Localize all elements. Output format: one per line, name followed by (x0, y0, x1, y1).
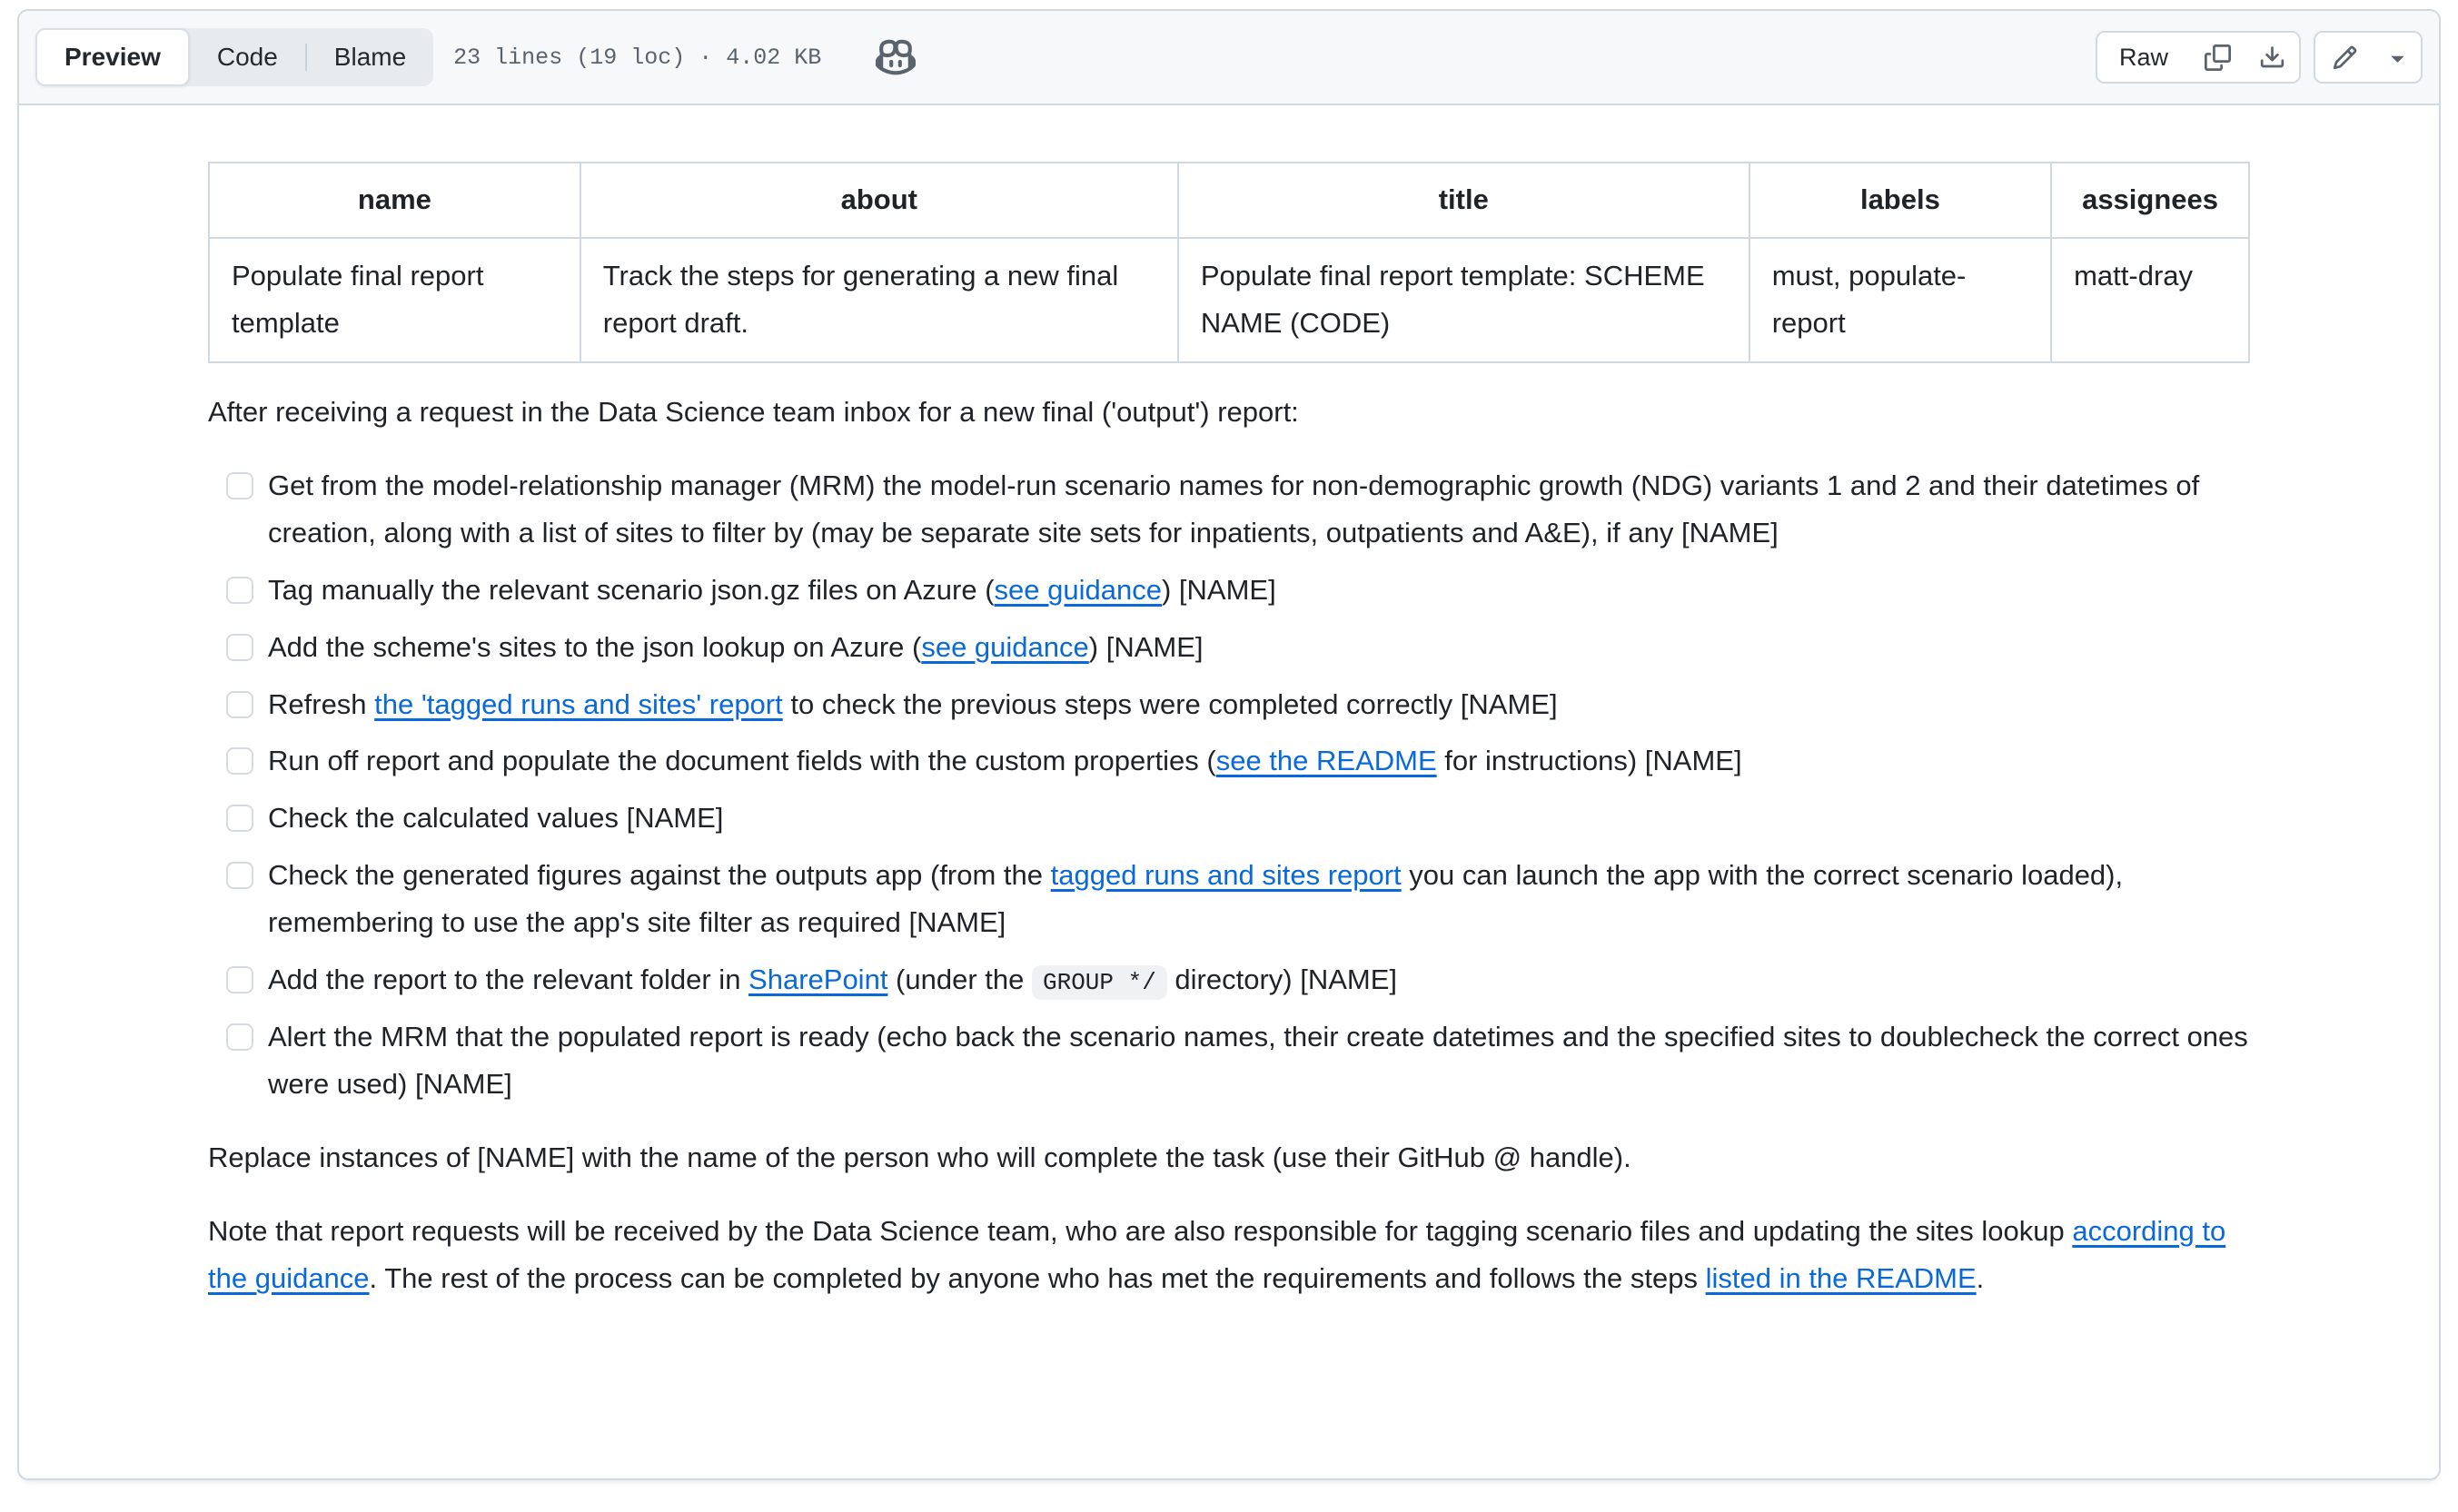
task-checkbox (226, 634, 253, 661)
edit-button-group (2314, 31, 2423, 84)
task-checkbox (226, 805, 253, 832)
inline-link[interactable]: tagged runs and sites report (1051, 859, 1402, 891)
inline-link[interactable]: see the README (1216, 745, 1437, 776)
task-item: Get from the model-relationship manager … (226, 462, 2250, 558)
table-cell: matt-dray (2051, 238, 2249, 362)
task-text: Alert the MRM that the populated report … (268, 1013, 2250, 1109)
task-text: Tag manually the relevant scenario json.… (268, 567, 2250, 615)
raw-button[interactable]: Raw (2097, 33, 2190, 82)
task-text: Check the generated figures against the … (268, 852, 2250, 947)
task-item: Check the generated figures against the … (226, 852, 2250, 947)
task-item: Tag manually the relevant scenario json.… (226, 567, 2250, 615)
task-text: Refresh the 'tagged runs and sites' repo… (268, 681, 2250, 729)
copy-raw-button[interactable] (2190, 33, 2245, 82)
tab-preview[interactable]: Preview (35, 28, 190, 86)
task-text: Add the scheme's sites to the json looku… (268, 624, 2250, 672)
task-item: Run off report and populate the document… (226, 737, 2250, 786)
task-text: Get from the model-relationship manager … (268, 462, 2250, 558)
toolbar-left: Preview Code Blame 23 lines (19 loc) · 4… (35, 28, 919, 86)
table-header-cell: title (1178, 163, 1749, 238)
triangle-down-icon (2384, 44, 2411, 71)
table-cell: Populate final report template (209, 238, 580, 362)
pencil-icon (2332, 44, 2358, 71)
copy-icon (2205, 44, 2231, 71)
copilot-icon (876, 37, 916, 77)
table-cell: must, populate-report (1749, 238, 2051, 362)
inline-link[interactable]: see guidance (921, 631, 1088, 663)
task-text: Add the report to the relevant folder in… (268, 956, 2250, 1004)
replace-note-paragraph: Replace instances of [NAME] with the nam… (208, 1134, 2250, 1182)
tab-code[interactable]: Code (190, 28, 305, 86)
markdown-preview: nameabouttitlelabelsassignees Populate f… (19, 105, 2439, 1383)
file-toolbar: Preview Code Blame 23 lines (19 loc) · 4… (19, 11, 2439, 105)
edit-button[interactable] (2315, 33, 2374, 82)
task-text: Check the calculated values [NAME] (268, 795, 2250, 843)
view-switcher: Preview Code Blame (35, 28, 433, 86)
task-text: Run off report and populate the document… (268, 737, 2250, 786)
task-list: Get from the model-relationship manager … (208, 462, 2250, 1109)
task-checkbox (226, 747, 253, 775)
file-viewer: Preview Code Blame 23 lines (19 loc) · 4… (17, 9, 2441, 1480)
inline-link[interactable]: see guidance (995, 574, 1162, 606)
raw-button-group: Raw (2096, 31, 2301, 84)
inline-link[interactable]: listed in the README (1706, 1262, 1977, 1294)
table-header-cell: assignees (2051, 163, 2249, 238)
file-metadata: 23 lines (19 loc) · 4.02 KB (453, 44, 821, 71)
frontmatter-table: nameabouttitlelabelsassignees Populate f… (208, 162, 2250, 363)
task-checkbox (226, 1023, 253, 1051)
table-row: Populate final report templateTrack the … (209, 238, 2249, 362)
table-header-cell: about (580, 163, 1178, 238)
task-item: Check the calculated values [NAME] (226, 795, 2250, 843)
task-item: Alert the MRM that the populated report … (226, 1013, 2250, 1109)
task-checkbox (226, 691, 253, 718)
table-cell: Populate final report template: SCHEME N… (1178, 238, 1749, 362)
table-header-row: nameabouttitlelabelsassignees (209, 163, 2249, 238)
table-header-cell: name (209, 163, 580, 238)
download-icon (2259, 44, 2285, 71)
task-checkbox (226, 472, 253, 499)
task-item: Add the scheme's sites to the json looku… (226, 624, 2250, 672)
table-cell: Track the steps for generating a new fin… (580, 238, 1178, 362)
task-item: Refresh the 'tagged runs and sites' repo… (226, 681, 2250, 729)
table-header-cell: labels (1749, 163, 2051, 238)
inline-link[interactable]: SharePoint (748, 964, 887, 995)
note-paragraph: Note that report requests will be receiv… (208, 1208, 2250, 1303)
inline-link[interactable]: the 'tagged runs and sites' report (374, 688, 783, 720)
copilot-button[interactable] (872, 34, 919, 81)
intro-paragraph: After receiving a request in the Data Sc… (208, 389, 2250, 437)
task-checkbox (226, 577, 253, 604)
task-checkbox (226, 862, 253, 889)
tab-blame[interactable]: Blame (307, 28, 433, 86)
edit-dropdown-button[interactable] (2374, 33, 2421, 82)
inline-code: GROUP */ (1032, 965, 1167, 1000)
task-item: Add the report to the relevant folder in… (226, 956, 2250, 1004)
download-button[interactable] (2245, 33, 2299, 82)
task-checkbox (226, 966, 253, 993)
toolbar-right: Raw (2096, 31, 2423, 84)
